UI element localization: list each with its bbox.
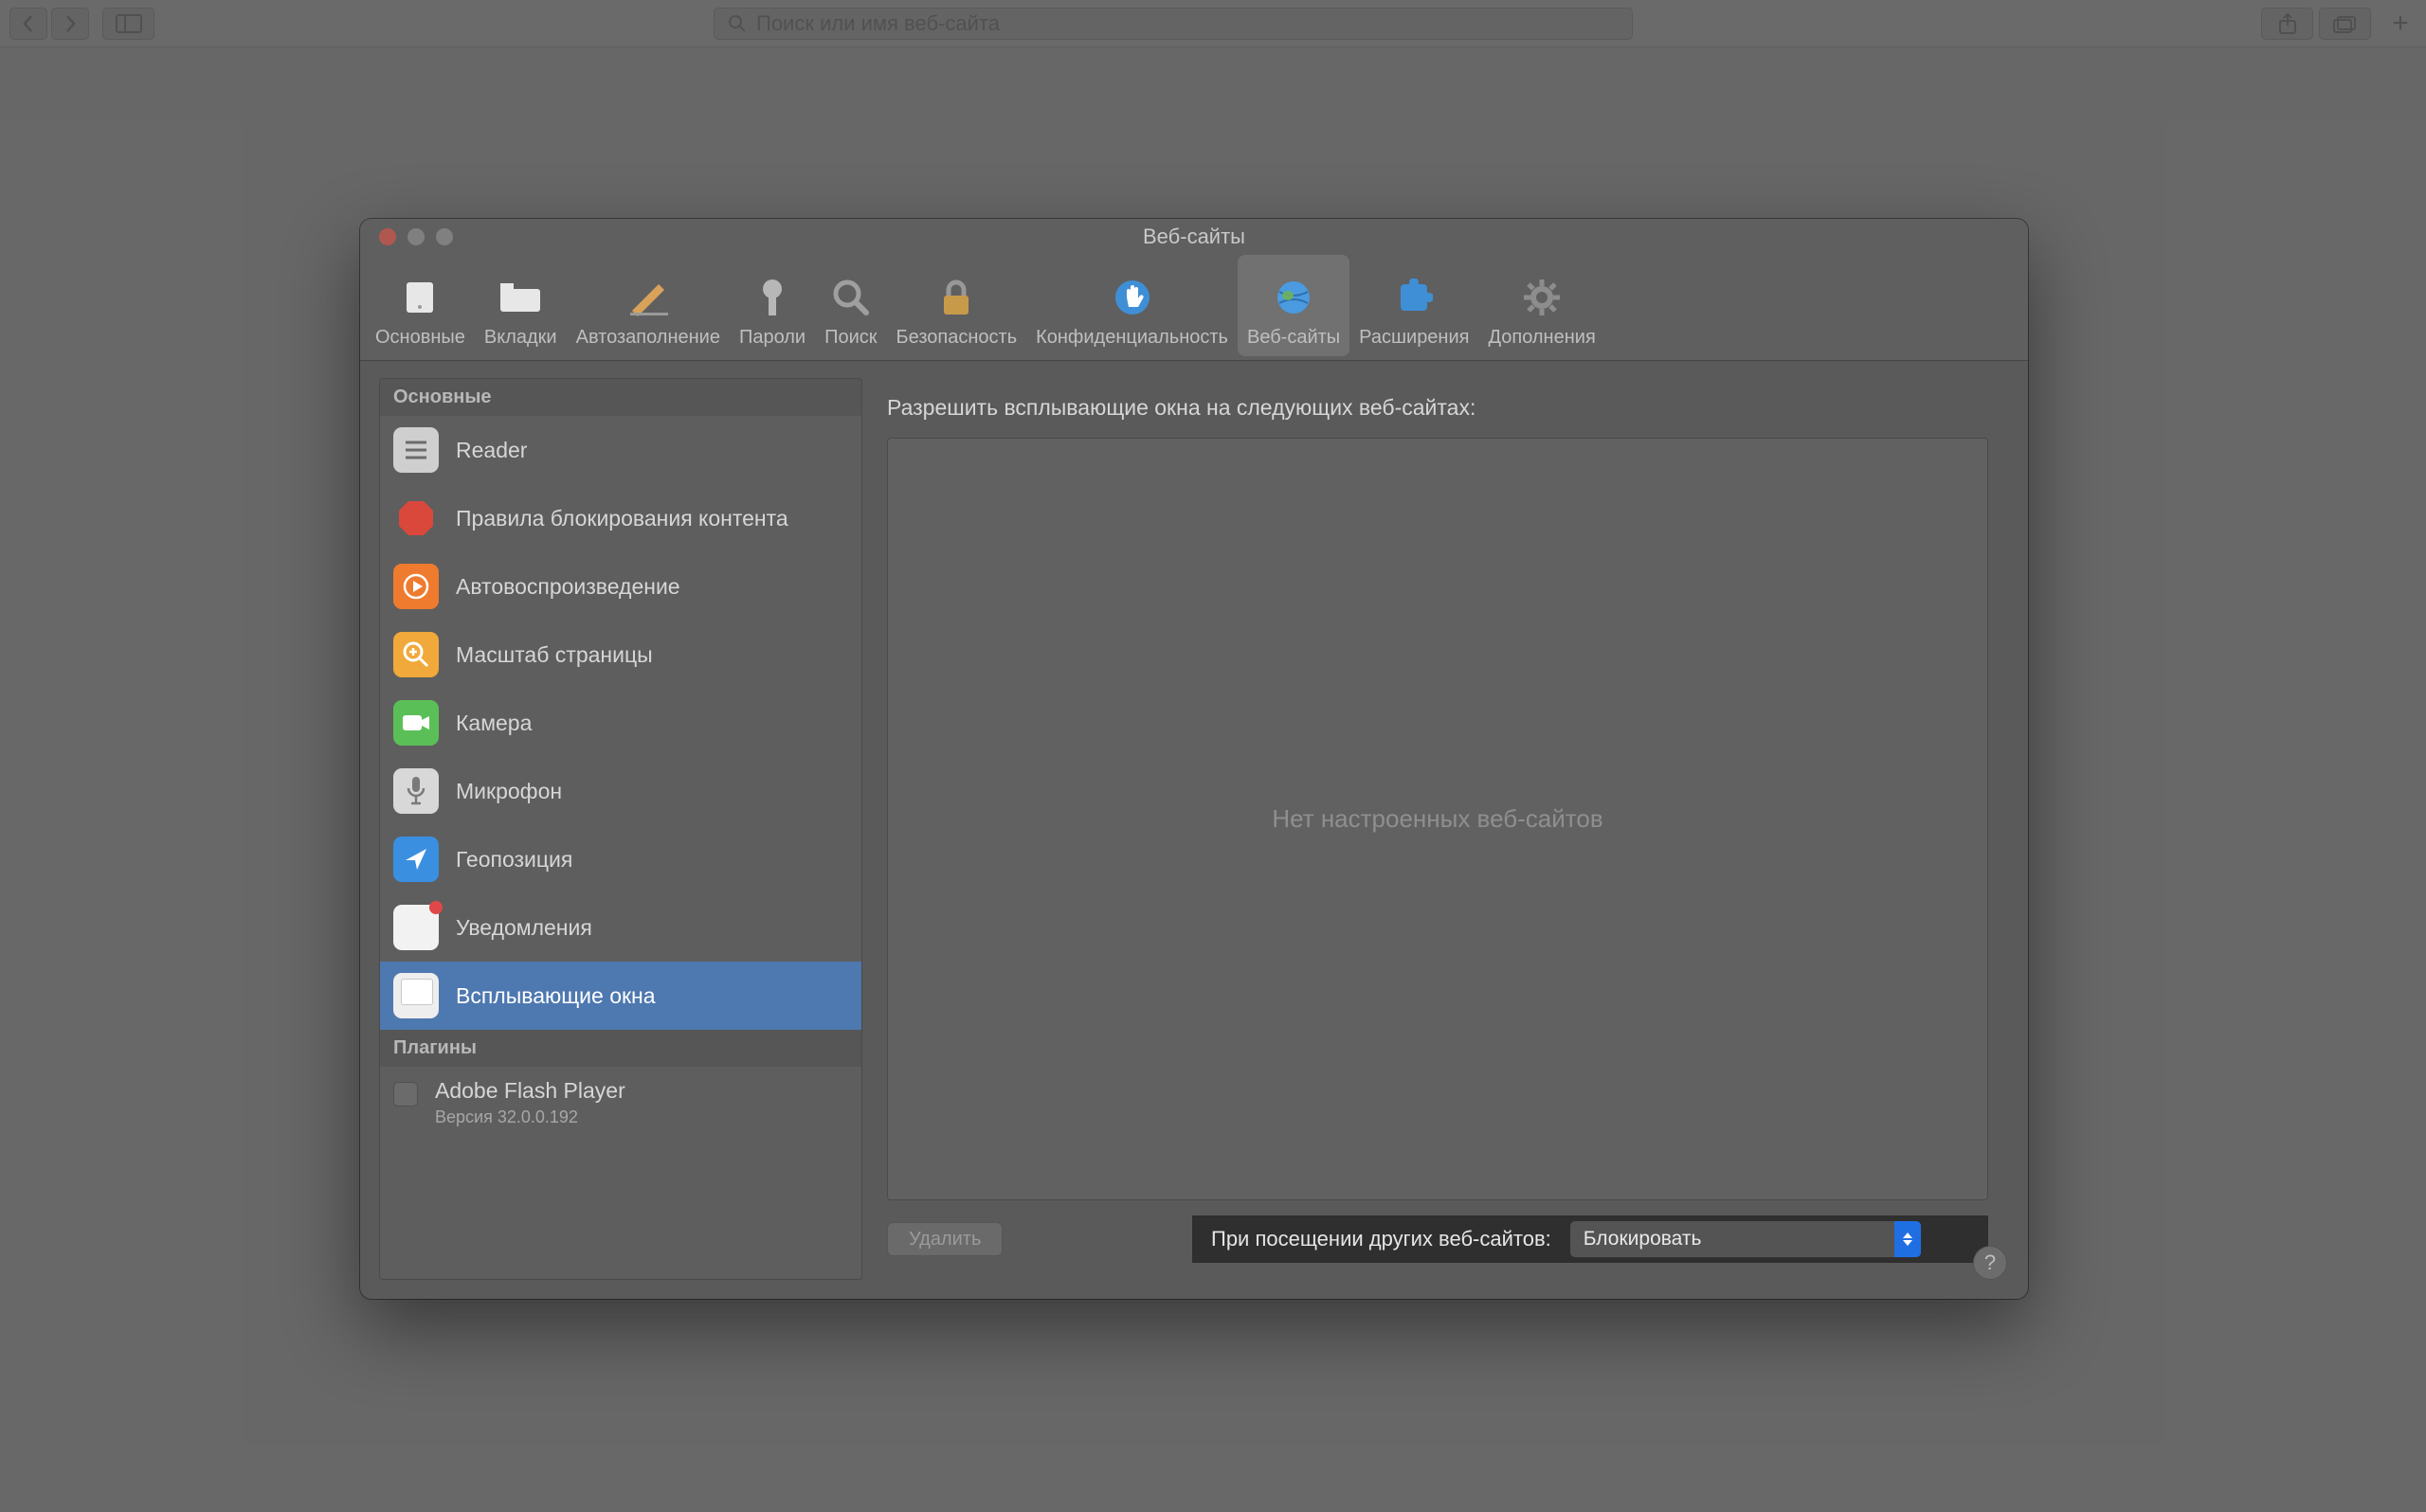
sidebar-item-label: Уведомления	[456, 915, 592, 941]
sidebar-section-plugins: Плагины	[380, 1030, 861, 1067]
policy-select[interactable]: Блокировать	[1570, 1221, 1921, 1257]
tabs-icon	[498, 276, 542, 319]
remove-button-label: Удалить	[909, 1229, 981, 1251]
tab-label: Основные	[375, 327, 465, 349]
sidebar-item-camera[interactable]: Камера	[380, 689, 861, 757]
zoom-icon	[393, 632, 439, 677]
camera-icon	[393, 700, 439, 746]
websites-sidebar: Основные Reader Правила блокирования кон…	[379, 378, 862, 1280]
tab-label: Веб-сайты	[1247, 327, 1340, 349]
detail-heading: Разрешить всплывающие окна на следующих …	[887, 395, 1988, 421]
tab-tabs[interactable]: Вкладки	[475, 255, 567, 356]
sidebar-item-content-blockers[interactable]: Правила блокирования контента	[380, 484, 861, 552]
tab-label: Поиск	[824, 327, 877, 349]
policy-label: При посещении других веб-сайтов:	[1211, 1227, 1551, 1251]
sidebar-item-page-zoom[interactable]: Масштаб страницы	[380, 621, 861, 689]
configured-sites-list[interactable]: Нет настроенных веб-сайтов	[887, 438, 1988, 1200]
tab-autofill[interactable]: Автозаполнение	[567, 255, 730, 356]
microphone-icon	[393, 768, 439, 814]
default-policy-bar: При посещении других веб-сайтов: Блокиро…	[1192, 1215, 1988, 1263]
help-icon: ?	[1984, 1251, 1996, 1275]
play-icon	[393, 564, 439, 609]
tab-search[interactable]: Поиск	[815, 255, 886, 356]
tab-label: Расширения	[1359, 327, 1469, 349]
remove-button[interactable]: Удалить	[887, 1222, 1003, 1256]
sidebar-item-label: Reader	[456, 438, 527, 463]
policy-select-value: Блокировать	[1584, 1228, 1702, 1251]
tab-label: Дополнения	[1488, 327, 1595, 349]
sidebar-item-label: Микрофон	[456, 779, 562, 804]
websites-detail-pane: Разрешить всплывающие окна на следующих …	[879, 378, 2009, 1280]
sidebar-item-location[interactable]: Геопозиция	[380, 825, 861, 893]
sidebar-item-popups[interactable]: Всплывающие окна	[380, 962, 861, 1030]
arrow-icon	[393, 837, 439, 882]
plugin-name: Adobe Flash Player	[435, 1078, 625, 1104]
sidebar-item-reader[interactable]: Reader	[380, 416, 861, 484]
tab-label: Пароли	[739, 327, 806, 349]
tab-label: Автозаполнение	[576, 327, 720, 349]
tab-privacy[interactable]: Конфиденциальность	[1026, 255, 1238, 356]
tab-label: Безопасность	[896, 327, 1018, 349]
preferences-tabbar: Основные Вкладки Автозаполнение Пароли П	[360, 255, 2028, 361]
tab-advanced[interactable]: Дополнения	[1478, 255, 1604, 356]
sidebar-item-microphone[interactable]: Микрофон	[380, 757, 861, 825]
puzzle-icon	[1392, 276, 1436, 319]
select-stepper-icon	[1894, 1221, 1921, 1257]
tab-general[interactable]: Основные	[366, 255, 475, 356]
sidebar-section-main: Основные	[380, 379, 861, 416]
help-button[interactable]: ?	[1973, 1246, 2007, 1280]
stop-icon	[393, 495, 439, 541]
hand-icon	[1111, 276, 1154, 319]
tab-passwords[interactable]: Пароли	[730, 255, 815, 356]
tab-label: Вкладки	[484, 327, 557, 349]
globe-icon	[1272, 276, 1315, 319]
empty-state-text: Нет настроенных веб-сайтов	[1272, 804, 1602, 834]
key-icon	[751, 276, 794, 319]
tab-websites[interactable]: Веб-сайты	[1238, 255, 1349, 356]
sidebar-item-label: Автовоспроизведение	[456, 574, 680, 600]
sidebar-item-label: Правила блокирования контента	[456, 506, 788, 531]
general-icon	[398, 276, 442, 319]
popup-windows-icon	[393, 973, 439, 1018]
tab-extensions[interactable]: Расширения	[1349, 255, 1478, 356]
magnifier-icon	[829, 276, 873, 319]
autofill-icon	[626, 276, 670, 319]
plugin-item-flash[interactable]: Adobe Flash Player Версия 32.0.0.192	[380, 1067, 861, 1139]
notification-badge-icon	[429, 901, 443, 914]
sidebar-item-notifications[interactable]: Уведомления	[380, 893, 861, 962]
preferences-titlebar[interactable]: Веб-сайты	[360, 219, 2028, 255]
reader-icon	[393, 427, 439, 473]
sidebar-item-label: Всплывающие окна	[456, 983, 656, 1009]
sidebar-item-label: Камера	[456, 711, 532, 736]
preferences-title: Веб-сайты	[360, 225, 2028, 249]
tab-label: Конфиденциальность	[1036, 327, 1228, 349]
preferences-window: Веб-сайты Основные Вкладки Автозаполнени…	[360, 219, 2028, 1299]
plugin-version: Версия 32.0.0.192	[435, 1107, 625, 1127]
sidebar-item-label: Геопозиция	[456, 847, 572, 873]
plugin-enable-checkbox[interactable]	[393, 1082, 418, 1107]
gear-icon	[1520, 276, 1564, 319]
sidebar-item-autoplay[interactable]: Автовоспроизведение	[380, 552, 861, 621]
lock-icon	[934, 276, 978, 319]
tab-security[interactable]: Безопасность	[887, 255, 1027, 356]
notification-icon	[393, 905, 439, 950]
sidebar-item-label: Масштаб страницы	[456, 642, 653, 668]
